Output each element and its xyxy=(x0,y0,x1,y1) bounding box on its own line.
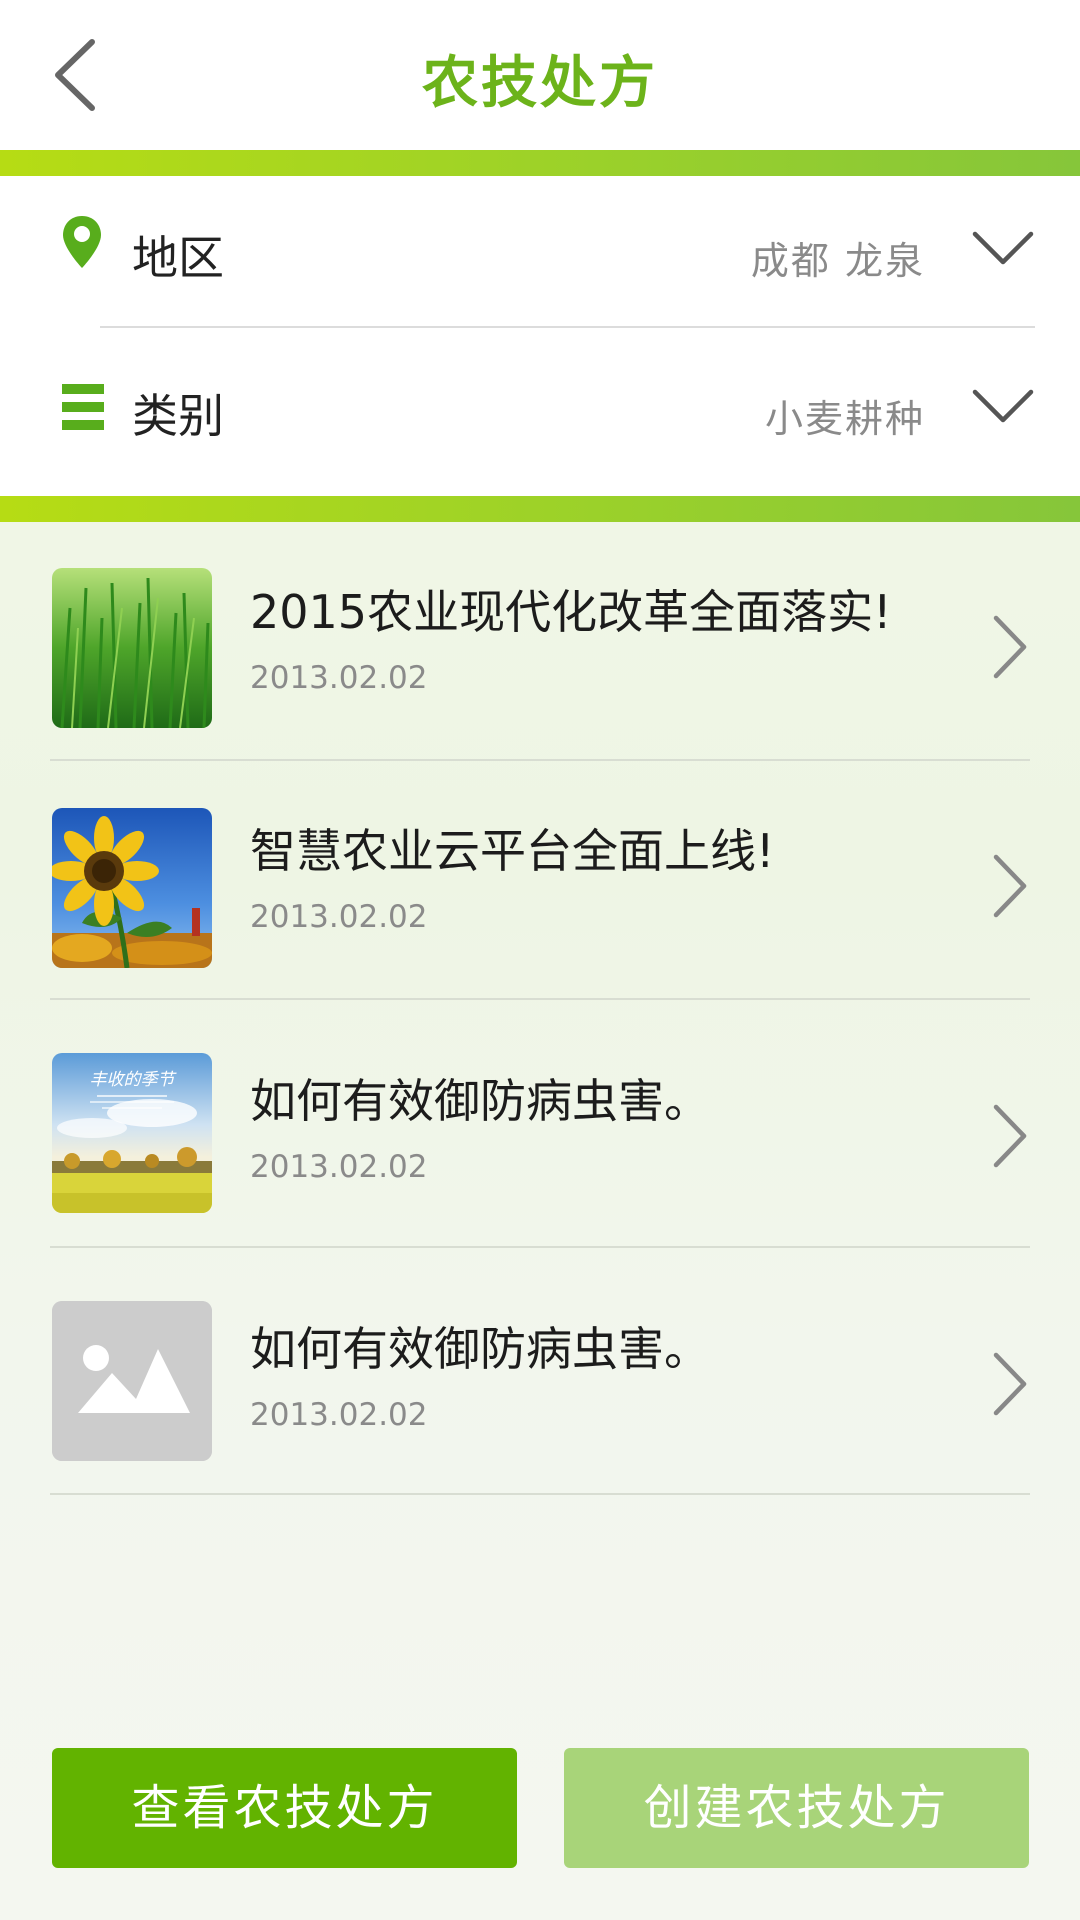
chevron-right-icon xyxy=(993,1104,1027,1168)
view-prescription-button[interactable]: 查看农技处方 xyxy=(52,1748,517,1868)
item-title: 如何有效御防病虫害。 xyxy=(250,1074,710,1128)
category-label: 类别 xyxy=(132,389,224,443)
filter-panel: 地区 成都 龙泉 类别 小麦耕种 xyxy=(0,176,1080,496)
item-date: 2013.02.02 xyxy=(250,1397,428,1433)
filter-accent-bar xyxy=(0,496,1080,522)
item-title: 2015农业现代化改革全面落实! xyxy=(250,585,892,639)
filter-divider xyxy=(100,326,1035,328)
item-title: 如何有效御防病虫害。 xyxy=(250,1322,710,1376)
region-filter[interactable]: 地区 成都 龙泉 xyxy=(50,176,1035,328)
page-title: 农技处方 xyxy=(422,51,658,116)
create-prescription-button[interactable]: 创建农技处方 xyxy=(564,1748,1029,1868)
poster-caption: 丰收的季节 xyxy=(90,1070,178,1090)
item-date: 2013.02.02 xyxy=(250,899,428,935)
list-item[interactable]: 如何有效御防病虫害。 2013.02.02 xyxy=(50,1255,1030,1500)
sunflower-thumbnail xyxy=(52,808,212,968)
list-item[interactable]: 2015农业现代化改革全面落实! 2013.02.02 xyxy=(50,522,1030,767)
harvest-season-thumbnail: 丰收的季节 xyxy=(52,1053,212,1213)
image-placeholder-icon xyxy=(52,1301,212,1461)
item-date: 2013.02.02 xyxy=(250,660,428,696)
chevron-right-icon xyxy=(993,1352,1027,1416)
image-placeholder-thumbnail xyxy=(52,1301,212,1461)
chevron-down-icon xyxy=(972,389,1034,423)
location-pin-icon xyxy=(63,216,101,268)
region-label: 地区 xyxy=(132,231,224,285)
item-divider xyxy=(50,1246,1030,1248)
category-value: 小麦耕种 xyxy=(764,397,925,441)
header-accent-bar xyxy=(0,150,1080,176)
rice-field-thumbnail xyxy=(52,568,212,728)
header-bar: 农技处方 xyxy=(0,0,1080,150)
category-filter[interactable]: 类别 小麦耕种 xyxy=(50,334,1035,484)
chevron-right-icon xyxy=(993,615,1027,679)
item-divider xyxy=(50,998,1030,1000)
item-date: 2013.02.02 xyxy=(250,1149,428,1185)
chevron-right-icon xyxy=(993,854,1027,918)
list-item[interactable]: 智慧农业云平台全面上线! 2013.02.02 xyxy=(50,761,1030,1006)
chevron-down-icon xyxy=(972,231,1034,265)
list-item[interactable]: 丰收的季节 如何有效御防病虫害。 2013.02.02 xyxy=(50,1007,1030,1252)
region-value: 成都 龙泉 xyxy=(750,239,925,283)
item-divider xyxy=(50,1493,1030,1495)
list-menu-icon xyxy=(62,384,104,430)
item-title: 智慧农业云平台全面上线! xyxy=(250,824,775,878)
